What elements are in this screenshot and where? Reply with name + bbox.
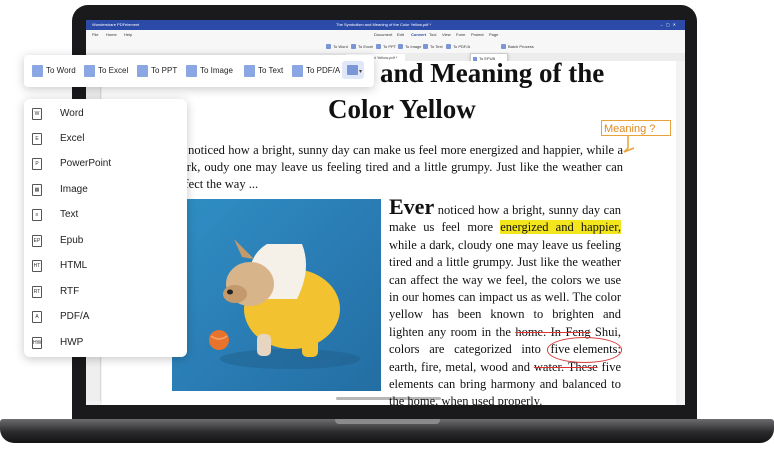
menu-form[interactable]: Form [456, 30, 465, 39]
format-label: Word [60, 108, 84, 119]
html-file-icon: HT [32, 260, 42, 272]
ribbon-to-image[interactable]: To Image [398, 43, 421, 50]
text-file-icon: ≡ [32, 209, 42, 221]
excel-icon [84, 65, 95, 77]
format-label: HTML [60, 260, 88, 271]
main-paragraph: Ever noticed how a bright, sunny day can… [389, 196, 622, 411]
format-item-hwp[interactable]: HW HWP [24, 333, 187, 353]
format-menu: W Word E Excel P PowerPoint ▦ Image ≡ Text EP… [24, 99, 187, 357]
ribbon-to-pdfa[interactable]: To PDF/A [446, 43, 470, 50]
menu-convert[interactable]: Convert [411, 30, 426, 39]
menu-page[interactable]: Page [489, 30, 498, 39]
menu-edit[interactable]: Edit [397, 30, 404, 39]
format-item-pdfa[interactable]: A PDF/A [24, 307, 187, 327]
menu-bar: File Home Help Document Edit Convert Too… [86, 30, 685, 39]
format-label: Text [60, 209, 79, 220]
ribbon-to-text[interactable]: To Text [423, 43, 443, 50]
menu-help[interactable]: Help [124, 30, 132, 39]
dog-illustration [209, 239, 360, 369]
format-item-image[interactable]: ▦ Image [24, 180, 187, 200]
menu-file[interactable]: File [92, 30, 98, 39]
to-image-button[interactable]: To Image [186, 64, 233, 78]
powerpoint-file-icon: P [32, 158, 42, 170]
to-ppt-button[interactable]: To PPT [137, 64, 177, 78]
format-item-html[interactable]: HT HTML [24, 256, 187, 276]
ribbon: To Word To Excel To PPT To Image To Text… [86, 39, 685, 54]
para-segment-b: while a dark, cloudy one may leave us fe… [389, 237, 621, 339]
image-icon [186, 65, 197, 77]
convert-toolbar: To Word To Excel To PPT To Image To Text… [24, 55, 374, 87]
circled-text[interactable]: five elements [546, 337, 622, 364]
document-title-line1: and Meaning of the [380, 58, 605, 88]
format-item-excel[interactable]: E Excel [24, 129, 187, 149]
ribbon-to-excel[interactable]: To Excel [351, 43, 373, 50]
laptop-notch [335, 419, 440, 424]
format-item-word[interactable]: W Word [24, 104, 187, 124]
more-formats-icon [347, 65, 358, 75]
pdfa-file-icon: A [32, 311, 42, 323]
window-title: The Symbolism and Meaning of the Color Y… [336, 22, 432, 27]
more-formats-button[interactable]: ▾ [342, 61, 364, 79]
format-label: RTF [60, 286, 80, 297]
dog-photo [172, 199, 381, 391]
image-file-icon: ▦ [32, 184, 42, 196]
window-controls[interactable]: –▢✕ [661, 20, 679, 30]
menu-view[interactable]: View [442, 30, 451, 39]
ribbon-to-ppt[interactable]: To PPT [376, 43, 396, 50]
document-title-line2: Color Yellow [328, 94, 476, 124]
comment-pointer-icon [623, 136, 635, 153]
format-item-rtf[interactable]: RT RTF [24, 282, 187, 302]
app-name: Wondershare PDFelement [92, 22, 140, 27]
text-icon [244, 65, 255, 77]
excel-file-icon: E [32, 133, 42, 145]
menu-document[interactable]: Document [374, 30, 392, 39]
menu-protect[interactable]: Protect [471, 30, 484, 39]
highlighted-text[interactable]: energized and happier, [500, 220, 621, 235]
intro-paragraph: er noticed how a bright, sunny day can m… [175, 143, 623, 191]
to-pdfa-button[interactable]: To PDF/A [292, 64, 340, 78]
menu-home[interactable]: Home [106, 30, 117, 39]
ribbon-to-word[interactable]: To Word [326, 43, 348, 50]
word-file-icon: W [32, 108, 42, 120]
to-word-button[interactable]: To Word [32, 64, 76, 78]
hwp-file-icon: HW [32, 337, 42, 349]
to-excel-button[interactable]: To Excel [84, 64, 128, 78]
epub-file-icon: EP [32, 235, 42, 247]
word-icon [32, 65, 43, 77]
format-label: PowerPoint [60, 158, 112, 169]
format-label: Excel [60, 133, 85, 144]
comment-annotation[interactable]: Meaning ? [601, 120, 671, 136]
title-bar: Wondershare PDFelement The Symbolism and… [86, 20, 685, 30]
chevron-down-icon: ▾ [359, 69, 363, 75]
format-item-powerpoint[interactable]: P PowerPoint [24, 154, 187, 174]
format-label: Image [60, 184, 88, 195]
format-item-epub[interactable]: EP Epub [24, 231, 187, 251]
pdfa-icon [292, 65, 303, 77]
ribbon-batch-process[interactable]: Batch Process [501, 43, 534, 50]
to-text-button[interactable]: To Text [244, 64, 283, 78]
drop-cap: Ever [389, 194, 435, 219]
rtf-file-icon: RT [32, 286, 42, 298]
menu-tool[interactable]: Tool [429, 30, 436, 39]
format-label: HWP [60, 337, 84, 348]
ppt-icon [137, 65, 148, 77]
format-label: Epub [60, 235, 84, 246]
format-label: PDF/A [60, 311, 90, 322]
format-item-text[interactable]: ≡ Text [24, 205, 187, 225]
